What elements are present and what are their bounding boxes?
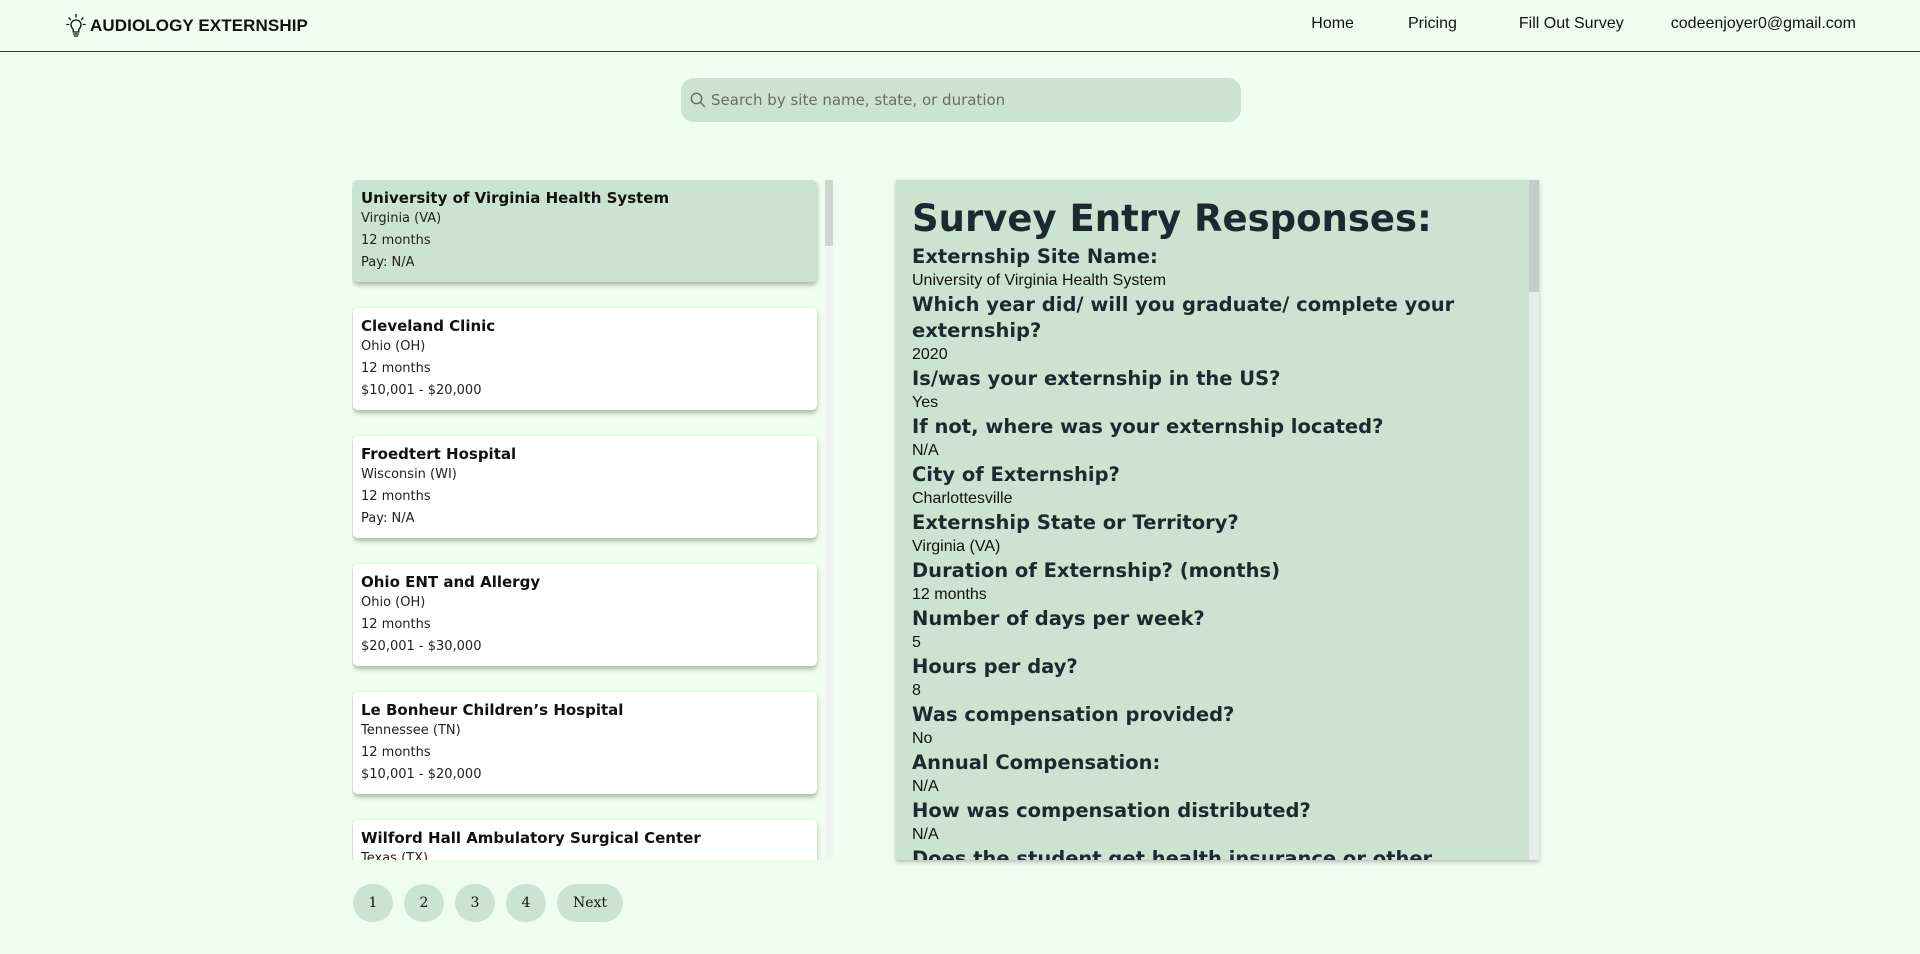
site-card-duration: 12 months [361, 617, 431, 632]
site-card-pay: $10,001 - $20,000 [361, 767, 482, 782]
nav-fill-out-survey-link[interactable]: Fill Out Survey [1519, 15, 1624, 33]
site-card-name: Froedtert Hospital [361, 445, 517, 463]
site-card-name: Le Bonheur Children’s Hospital [361, 701, 624, 719]
site-list-scroll-thumb[interactable] [825, 180, 833, 246]
detail-scroll-thumb[interactable] [1529, 180, 1539, 292]
question-health-insurance: Does the student get health insurance or… [912, 847, 1433, 860]
question-in-us: Is/was your externship in the US? [912, 367, 1281, 390]
site-card[interactable]: Cleveland Clinic Ohio (OH) 12 months $10… [353, 308, 817, 410]
answer-compensation-distribution: N/A [912, 826, 939, 843]
pagination: 1 2 3 4 Next [353, 884, 624, 922]
question-location-if-not-us: If not, where was your externship locate… [912, 415, 1384, 438]
answer-annual-compensation: N/A [912, 778, 939, 795]
answer-site-name: University of Virginia Health System [912, 272, 1167, 289]
brand-logo[interactable]: AUDIOLOGY EXTERNSHIP [66, 13, 308, 39]
nav-pricing-link[interactable]: Pricing [1408, 15, 1457, 33]
page-3-button[interactable]: 3 [455, 884, 495, 922]
question-compensation-distribution: How was compensation distributed? [912, 799, 1311, 822]
site-card-duration: 12 months [361, 489, 431, 504]
question-duration: Duration of Externship? (months) [912, 559, 1280, 582]
answer-duration: 12 months [912, 586, 987, 603]
site-card-state: Wisconsin (WI) [361, 467, 457, 482]
site-card-pay: Pay: N/A [361, 511, 415, 526]
question-site-name: Externship Site Name: [912, 245, 1158, 268]
question-city: City of Externship? [912, 463, 1120, 486]
site-card-state: Ohio (OH) [361, 595, 426, 610]
page-2-button[interactable]: 2 [404, 884, 444, 922]
question-graduation-year: Which year did/ will you graduate/ compl… [912, 293, 1455, 342]
nav-user-email-link[interactable]: codeenjoyer0@gmail.com [1671, 15, 1856, 33]
site-card-name: Ohio ENT and Allergy [361, 573, 541, 591]
search-icon [690, 92, 706, 108]
next-page-button[interactable]: Next [557, 884, 624, 922]
question-compensation-provided: Was compensation provided? [912, 703, 1235, 726]
page-1-button[interactable]: 1 [353, 884, 393, 922]
site-card-name: Wilford Hall Ambulatory Surgical Center [361, 829, 701, 847]
site-card-state: Texas (TX) [361, 851, 429, 860]
answer-compensation-provided: No [912, 730, 933, 747]
site-card[interactable]: University of Virginia Health System Vir… [353, 180, 817, 282]
search-bar[interactable] [681, 78, 1241, 122]
question-annual-compensation: Annual Compensation: [912, 751, 1161, 774]
site-card[interactable]: Le Bonheur Children’s Hospital Tennessee… [353, 692, 817, 794]
page-4-button[interactable]: 4 [506, 884, 546, 922]
question-state: Externship State or Territory? [912, 511, 1239, 534]
nav-links: Home Pricing Fill Out Survey codeenjoyer… [1311, 15, 1856, 33]
answer-in-us: Yes [912, 394, 939, 411]
answer-location-if-not-us: N/A [912, 442, 939, 459]
site-list-scrollbar[interactable] [825, 180, 833, 860]
site-card[interactable]: Ohio ENT and Allergy Ohio (OH) 12 months… [353, 564, 817, 666]
site-card-state: Tennessee (TN) [361, 723, 461, 738]
site-card[interactable]: Wilford Hall Ambulatory Surgical Center … [353, 820, 817, 860]
site-card-duration: 12 months [361, 361, 431, 376]
site-card-state: Ohio (OH) [361, 339, 426, 354]
survey-detail-heading: Survey Entry Responses: [912, 197, 1432, 240]
brand-name: AUDIOLOGY EXTERNSHIP [90, 16, 308, 35]
site-card-pay: $20,001 - $30,000 [361, 639, 482, 654]
site-card-name: Cleveland Clinic [361, 317, 496, 335]
detail-scrollbar[interactable] [1529, 180, 1539, 860]
site-card-duration: 12 months [361, 745, 431, 760]
search-input[interactable] [711, 91, 1231, 109]
site-card[interactable]: Froedtert Hospital Wisconsin (WI) 12 mon… [353, 436, 817, 538]
answer-city: Charlottesville [912, 490, 1013, 507]
site-card-name: University of Virginia Health System [361, 189, 670, 207]
site-card-pay: $10,001 - $20,000 [361, 383, 482, 398]
site-card-duration: 12 months [361, 233, 431, 248]
top-navbar: AUDIOLOGY EXTERNSHIP Home Pricing Fill O… [0, 0, 1920, 52]
site-list-panel[interactable]: University of Virginia Health System Vir… [352, 180, 833, 860]
answer-days-per-week: 5 [912, 634, 921, 651]
question-days-per-week: Number of days per week? [912, 607, 1205, 630]
site-card-pay: Pay: N/A [361, 255, 415, 270]
lightbulb-icon [66, 13, 86, 37]
nav-home-link[interactable]: Home [1311, 15, 1354, 33]
survey-detail-content: Survey Entry Responses: Externship Site … [912, 196, 1512, 860]
answer-state: Virginia (VA) [912, 538, 1001, 555]
survey-detail-panel[interactable]: Survey Entry Responses: Externship Site … [896, 180, 1539, 860]
question-hours-per-day: Hours per day? [912, 655, 1078, 678]
site-card-state: Virginia (VA) [361, 211, 442, 226]
answer-hours-per-day: 8 [912, 682, 921, 699]
answer-graduation-year: 2020 [912, 346, 948, 363]
